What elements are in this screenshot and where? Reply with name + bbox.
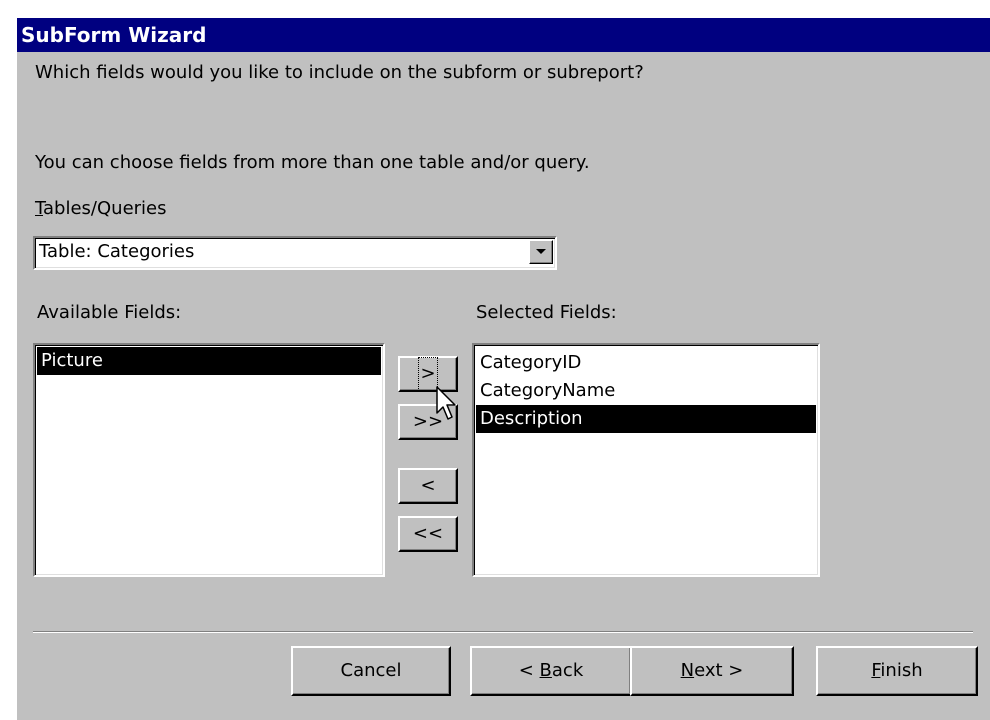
finish-button[interactable]: Finish <box>816 646 978 696</box>
tables-queries-label-rest: ables/Queries <box>43 198 167 219</box>
selected-field-item[interactable]: CategoryID <box>476 349 816 377</box>
tables-queries-value: Table: Categories <box>39 241 195 262</box>
cancel-button[interactable]: Cancel <box>291 646 451 696</box>
next-rest: ext > <box>694 660 744 681</box>
selected-field-item[interactable]: Description <box>476 405 816 433</box>
combo-dropdown-button[interactable] <box>529 240 553 264</box>
back-button[interactable]: < Back <box>470 646 632 696</box>
selected-fields-label: Selected Fields: <box>476 302 617 323</box>
available-field-label: Picture <box>41 350 103 371</box>
back-prefix: < <box>518 660 540 681</box>
finish-label: Finish <box>871 648 922 694</box>
selected-fields-listbox[interactable]: CategoryID CategoryName Description <box>472 343 820 577</box>
title-bar: SubForm Wizard <box>17 18 990 52</box>
instruction-question: Which fields would you like to include o… <box>35 62 644 83</box>
next-accel: N <box>680 660 695 681</box>
footer-separator <box>33 631 973 633</box>
available-field-item[interactable]: Picture <box>37 347 381 375</box>
remove-one-button[interactable]: < <box>398 468 458 504</box>
instruction-hint: You can choose fields from more than one… <box>35 152 590 173</box>
available-fields-label: Available Fields: <box>37 302 182 323</box>
mouse-pointer-icon <box>436 386 456 420</box>
selected-field-label: CategoryName <box>480 380 616 401</box>
back-label: < Back <box>519 648 584 694</box>
finish-rest: inish <box>880 660 923 681</box>
back-accel: B <box>539 660 552 681</box>
next-label: Next > <box>681 648 744 694</box>
tables-queries-label: Tables/Queries <box>35 198 167 220</box>
remove-all-button[interactable]: << <box>398 516 458 552</box>
tables-queries-combobox[interactable]: Table: Categories <box>33 236 557 270</box>
available-fields-listbox[interactable]: Picture <box>33 343 385 577</box>
remove-one-label: < <box>420 475 436 496</box>
next-button[interactable]: Next > <box>630 646 794 696</box>
cancel-label: Cancel <box>340 660 402 681</box>
back-rest: ack <box>551 660 584 681</box>
selected-field-label: CategoryID <box>480 352 582 373</box>
add-one-label: > <box>418 357 438 391</box>
selected-field-label: Description <box>480 408 583 429</box>
chevron-down-icon <box>536 249 546 254</box>
remove-all-label: << <box>412 523 444 544</box>
selected-field-item[interactable]: CategoryName <box>476 377 816 405</box>
window-title: SubForm Wizard <box>21 23 207 47</box>
tables-queries-accel: T <box>35 198 44 219</box>
